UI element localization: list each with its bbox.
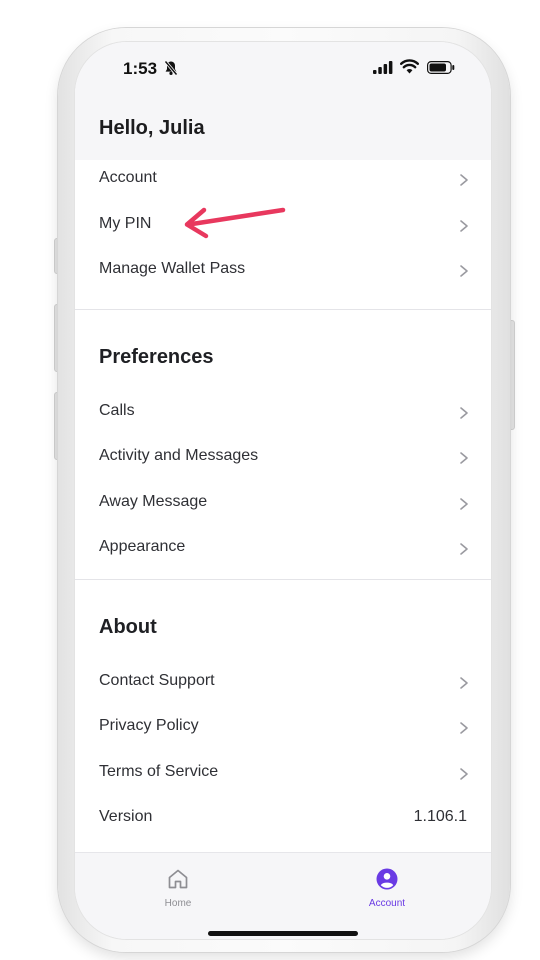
version-value: 1.106.1	[413, 808, 467, 825]
menu-item-label: Terms of Service	[99, 763, 219, 780]
tab-account-label: Account	[368, 898, 406, 909]
section-divider	[75, 579, 491, 580]
menu-item-label: Manage Wallet Pass	[99, 260, 246, 277]
home-icon	[168, 869, 188, 889]
menu-item-label: Account	[99, 169, 157, 186]
account-circle-icon	[376, 868, 398, 890]
menu-item-activity-and-messages[interactable]: Activity and Messages	[75, 438, 491, 478]
wifi-icon	[400, 59, 419, 74]
chevron-right-icon	[460, 174, 468, 186]
menu-item-account[interactable]: Account	[75, 160, 491, 200]
menu-item-away-message[interactable]: Away Message	[75, 484, 491, 524]
menu-item-label: My PIN	[99, 215, 152, 232]
battery-icon	[427, 61, 455, 74]
chevron-right-icon	[460, 265, 468, 277]
menu-item-contact-support[interactable]: Contact Support	[75, 663, 491, 703]
phone-screen: 1:53 Hello, Julia Account My PIN Manage …	[75, 42, 491, 939]
status-time: 1:53	[123, 59, 158, 78]
version-row: Version 1.106.1	[75, 799, 491, 839]
preferences-section-title: Preferences	[99, 346, 214, 368]
menu-item-label: Calls	[99, 402, 135, 419]
chevron-right-icon	[460, 677, 468, 689]
menu-item-label: Privacy Policy	[99, 717, 199, 734]
menu-item-label: Activity and Messages	[99, 447, 259, 464]
menu-item-label: Appearance	[99, 538, 186, 555]
chevron-right-icon	[460, 407, 468, 419]
menu-item-appearance[interactable]: Appearance	[75, 529, 491, 569]
home-indicator	[208, 931, 358, 936]
chevron-right-icon	[460, 768, 468, 780]
status-bar: 1:53	[75, 42, 491, 97]
greeting-header: Hello, Julia	[75, 97, 491, 160]
chevron-right-icon	[460, 543, 468, 555]
tab-bar: Home Account	[75, 852, 491, 939]
chevron-right-icon	[460, 452, 468, 464]
bell-slash-icon	[164, 60, 178, 76]
version-label: Version	[99, 808, 153, 825]
tab-account[interactable]: Account	[342, 867, 432, 909]
menu-item-label: Contact Support	[99, 672, 215, 689]
tab-home-label: Home	[164, 898, 192, 909]
chevron-right-icon	[460, 722, 468, 734]
about-section-title: About	[99, 616, 157, 638]
chevron-right-icon	[460, 220, 468, 232]
menu-item-terms-of-service[interactable]: Terms of Service	[75, 754, 491, 794]
menu-item-privacy-policy[interactable]: Privacy Policy	[75, 708, 491, 748]
greeting-title: Hello, Julia	[99, 117, 205, 139]
menu-item-calls[interactable]: Calls	[75, 393, 491, 433]
tab-home[interactable]: Home	[133, 867, 223, 909]
chevron-right-icon	[460, 498, 468, 510]
annotation-arrow-icon	[184, 207, 286, 239]
menu-item-label: Away Message	[99, 493, 208, 510]
signal-icon	[373, 61, 393, 74]
section-divider	[75, 309, 491, 310]
menu-item-manage-wallet-pass[interactable]: Manage Wallet Pass	[75, 251, 491, 291]
